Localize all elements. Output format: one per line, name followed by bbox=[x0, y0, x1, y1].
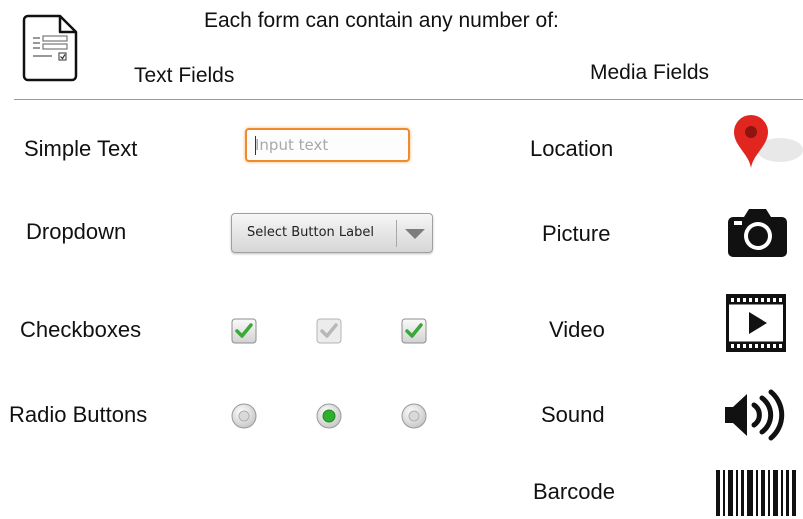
radio-button-3[interactable] bbox=[401, 403, 427, 429]
dropdown-label: Dropdown bbox=[26, 219, 127, 244]
simple-text-input[interactable] bbox=[245, 128, 410, 162]
form-document-icon bbox=[22, 14, 78, 82]
checkbox-checked-1[interactable] bbox=[231, 318, 257, 344]
video-label: Video bbox=[549, 317, 605, 342]
checkboxes-label: Checkboxes bbox=[20, 317, 142, 342]
checkbox-checked-2[interactable] bbox=[401, 318, 427, 344]
dropdown-separator bbox=[396, 220, 397, 247]
barcode-label: Barcode bbox=[533, 479, 615, 504]
radio-button-1[interactable] bbox=[231, 403, 257, 429]
camera-icon bbox=[727, 207, 788, 258]
page-title: Each form can contain any number of: bbox=[204, 9, 559, 32]
header-divider bbox=[14, 99, 803, 100]
sound-label: Sound bbox=[541, 402, 605, 427]
speaker-icon bbox=[723, 388, 789, 442]
checkbox-checked-disabled[interactable] bbox=[316, 318, 342, 344]
chevron-down-icon bbox=[404, 228, 426, 240]
barcode-icon bbox=[716, 470, 797, 516]
radio-button-2-selected[interactable] bbox=[316, 403, 342, 429]
map-pin-icon bbox=[730, 114, 803, 170]
text-fields-heading: Text Fields bbox=[134, 64, 235, 87]
location-label: Location bbox=[530, 136, 614, 161]
dropdown-selected-value: Select Button Label bbox=[247, 225, 374, 240]
media-fields-heading: Media Fields bbox=[590, 61, 710, 84]
text-cursor bbox=[255, 136, 256, 155]
radio-buttons-label: Radio Buttons bbox=[9, 402, 148, 427]
dropdown-select[interactable]: Select Button Label bbox=[231, 213, 433, 253]
simple-text-label: Simple Text bbox=[24, 136, 138, 161]
film-icon bbox=[726, 294, 786, 352]
picture-label: Picture bbox=[542, 221, 611, 246]
